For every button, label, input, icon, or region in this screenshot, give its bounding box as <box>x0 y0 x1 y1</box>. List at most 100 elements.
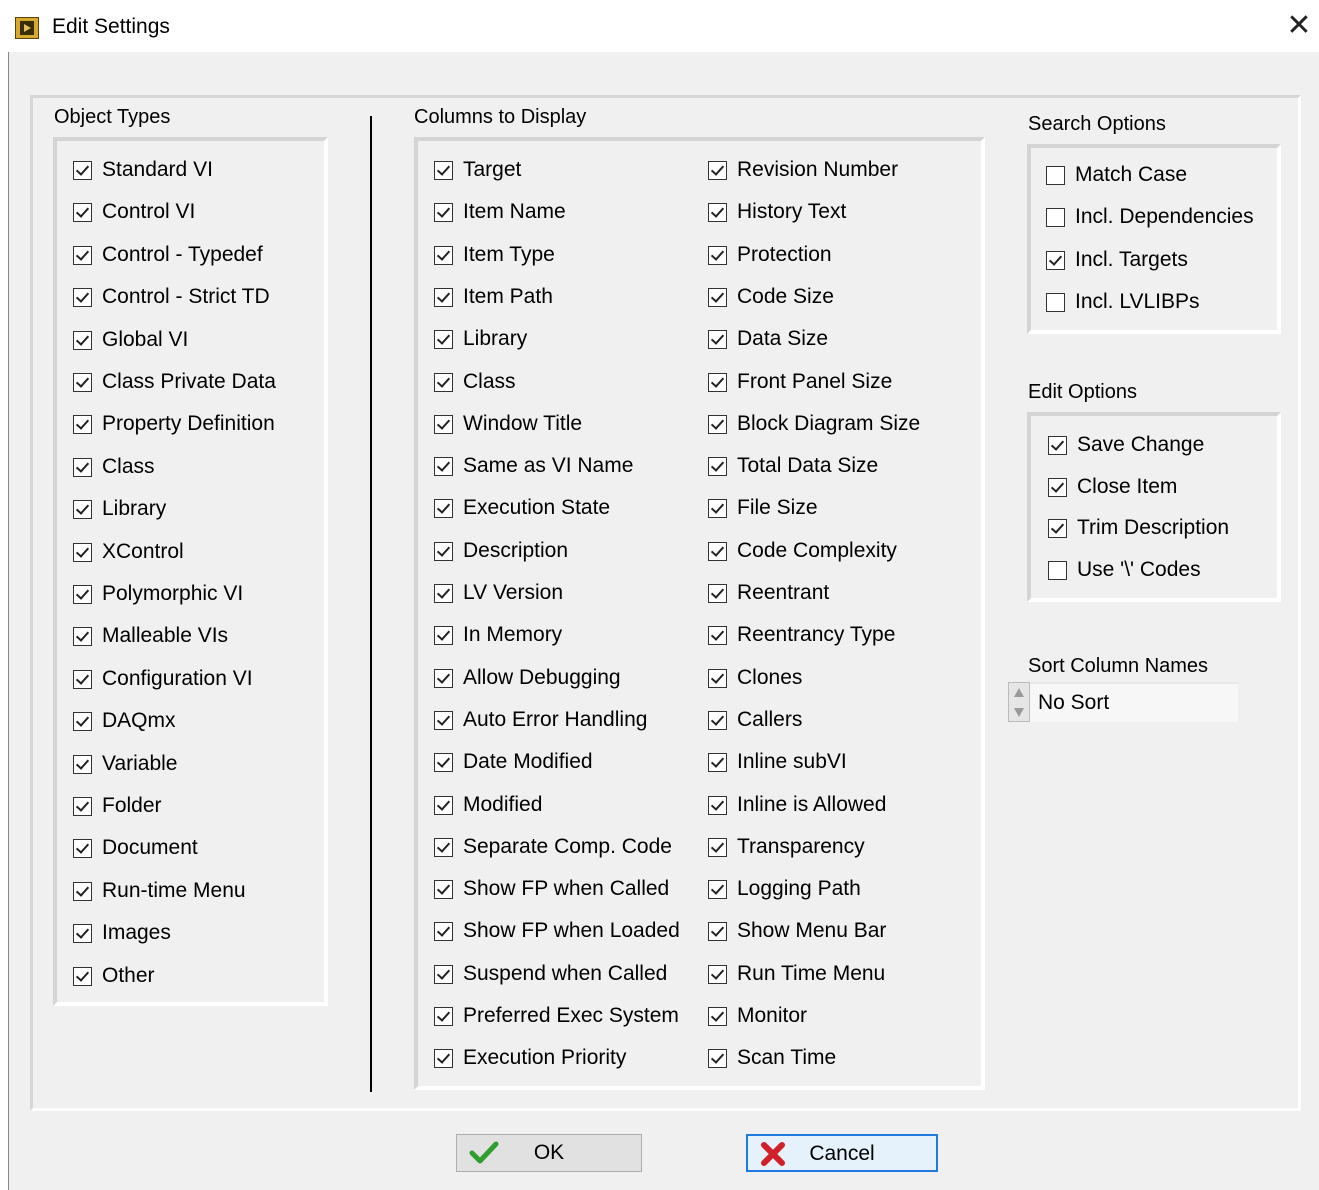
checkbox-same-as-vi-name[interactable]: Same as VI Name <box>434 451 633 481</box>
checkbox-separate-comp-code[interactable]: Separate Comp. Code <box>434 832 672 862</box>
checkbox-preferred-exec-system[interactable]: Preferred Exec System <box>434 1001 679 1031</box>
checkbox-clones[interactable]: Clones <box>708 663 802 693</box>
checkbox-item-name[interactable]: Item Name <box>434 197 566 227</box>
checkbox-checked-icon[interactable] <box>434 456 453 476</box>
checkbox-malleable-vis[interactable]: Malleable VIs <box>73 621 228 651</box>
checkbox-checked-icon[interactable] <box>708 372 727 392</box>
checkbox-checked-icon[interactable] <box>434 583 453 603</box>
checkbox-control-vi[interactable]: Control VI <box>73 197 195 227</box>
checkbox-checked-icon[interactable] <box>434 245 453 265</box>
checkbox-incl-dependencies[interactable]: Incl. Dependencies <box>1046 202 1254 232</box>
checkbox-show-fp-when-loaded[interactable]: Show FP when Loaded <box>434 916 680 946</box>
checkbox-execution-state[interactable]: Execution State <box>434 493 610 523</box>
checkbox-polymorphic-vi[interactable]: Polymorphic VI <box>73 579 243 609</box>
checkbox-library[interactable]: Library <box>73 494 166 524</box>
checkbox-target[interactable]: Target <box>434 155 521 185</box>
checkbox-checked-icon[interactable] <box>73 457 92 477</box>
checkbox-reentrancy-type[interactable]: Reentrancy Type <box>708 620 895 650</box>
checkbox-checked-icon[interactable] <box>708 498 727 518</box>
checkbox-images[interactable]: Images <box>73 918 171 948</box>
checkbox-file-size[interactable]: File Size <box>708 493 818 523</box>
checkbox-checked-icon[interactable] <box>708 245 727 265</box>
checkbox-incl-lvlibps[interactable]: Incl. LVLIBPs <box>1046 287 1200 317</box>
checkbox-unchecked-icon[interactable] <box>1048 560 1067 580</box>
checkbox-property-definition[interactable]: Property Definition <box>73 409 275 439</box>
checkbox-item-path[interactable]: Item Path <box>434 282 553 312</box>
checkbox-daqmx[interactable]: DAQmx <box>73 706 176 736</box>
checkbox-checked-icon[interactable] <box>434 752 453 772</box>
checkbox-code-complexity[interactable]: Code Complexity <box>708 536 897 566</box>
checkbox-global-vi[interactable]: Global VI <box>73 325 188 355</box>
ring-spinner[interactable] <box>1008 682 1030 722</box>
checkbox-checked-icon[interactable] <box>73 584 92 604</box>
checkbox-checked-icon[interactable] <box>434 795 453 815</box>
sort-ring-control[interactable]: No Sort <box>1008 682 1238 722</box>
checkbox-checked-icon[interactable] <box>434 964 453 984</box>
checkbox-show-fp-when-called[interactable]: Show FP when Called <box>434 874 669 904</box>
checkbox-description[interactable]: Description <box>434 536 568 566</box>
checkbox-checked-icon[interactable] <box>708 964 727 984</box>
checkbox-logging-path[interactable]: Logging Path <box>708 874 861 904</box>
checkbox-checked-icon[interactable] <box>73 330 92 350</box>
checkbox-variable[interactable]: Variable <box>73 749 178 779</box>
checkbox-unchecked-icon[interactable] <box>1046 292 1065 312</box>
checkbox-checked-icon[interactable] <box>708 456 727 476</box>
checkbox-close-item[interactable]: Close Item <box>1048 472 1177 502</box>
checkbox-checked-icon[interactable] <box>1048 477 1067 497</box>
checkbox-checked-icon[interactable] <box>73 626 92 646</box>
checkbox-execution-priority[interactable]: Execution Priority <box>434 1043 626 1073</box>
checkbox-block-diagram-size[interactable]: Block Diagram Size <box>708 409 920 439</box>
checkbox-checked-icon[interactable] <box>708 837 727 857</box>
checkbox-checked-icon[interactable] <box>73 669 92 689</box>
checkbox-checked-icon[interactable] <box>73 542 92 562</box>
checkbox-folder[interactable]: Folder <box>73 791 162 821</box>
checkbox-checked-icon[interactable] <box>434 414 453 434</box>
checkbox-checked-icon[interactable] <box>434 160 453 180</box>
checkbox-checked-icon[interactable] <box>708 752 727 772</box>
decrement-arrow-icon[interactable] <box>1014 708 1024 717</box>
checkbox-checked-icon[interactable] <box>708 625 727 645</box>
checkbox-inline-subvi[interactable]: Inline subVI <box>708 747 847 777</box>
checkbox-checked-icon[interactable] <box>73 923 92 943</box>
checkbox-checked-icon[interactable] <box>73 838 92 858</box>
checkbox-class[interactable]: Class <box>434 367 516 397</box>
checkbox-checked-icon[interactable] <box>708 414 727 434</box>
checkbox-run-time-menu[interactable]: Run Time Menu <box>708 959 885 989</box>
checkbox-window-title[interactable]: Window Title <box>434 409 582 439</box>
checkbox-checked-icon[interactable] <box>73 245 92 265</box>
checkbox-checked-icon[interactable] <box>708 287 727 307</box>
checkbox-checked-icon[interactable] <box>73 499 92 519</box>
checkbox-in-memory[interactable]: In Memory <box>434 620 562 650</box>
checkbox-standard-vi[interactable]: Standard VI <box>73 155 213 185</box>
checkbox-class-private-data[interactable]: Class Private Data <box>73 367 276 397</box>
checkbox-checked-icon[interactable] <box>434 1006 453 1026</box>
checkbox-save-change[interactable]: Save Change <box>1048 430 1204 460</box>
checkbox-checked-icon[interactable] <box>1048 518 1067 538</box>
checkbox-unchecked-icon[interactable] <box>1046 207 1065 227</box>
checkbox-checked-icon[interactable] <box>1048 435 1067 455</box>
checkbox-checked-icon[interactable] <box>708 541 727 561</box>
checkbox-checked-icon[interactable] <box>708 879 727 899</box>
checkbox-suspend-when-called[interactable]: Suspend when Called <box>434 959 667 989</box>
checkbox-transparency[interactable]: Transparency <box>708 832 865 862</box>
checkbox-reentrant[interactable]: Reentrant <box>708 578 829 608</box>
checkbox-checked-icon[interactable] <box>708 160 727 180</box>
checkbox-document[interactable]: Document <box>73 833 198 863</box>
checkbox-callers[interactable]: Callers <box>708 705 802 735</box>
checkbox-checked-icon[interactable] <box>434 202 453 222</box>
checkbox-modified[interactable]: Modified <box>434 790 542 820</box>
checkbox-auto-error-handling[interactable]: Auto Error Handling <box>434 705 647 735</box>
checkbox-use-codes[interactable]: Use '\' Codes <box>1048 555 1201 585</box>
increment-arrow-icon[interactable] <box>1014 688 1024 697</box>
checkbox-checked-icon[interactable] <box>434 879 453 899</box>
checkbox-checked-icon[interactable] <box>708 921 727 941</box>
checkbox-history-text[interactable]: History Text <box>708 197 846 227</box>
checkbox-code-size[interactable]: Code Size <box>708 282 834 312</box>
checkbox-protection[interactable]: Protection <box>708 240 832 270</box>
checkbox-date-modified[interactable]: Date Modified <box>434 747 593 777</box>
checkbox-match-case[interactable]: Match Case <box>1046 160 1187 190</box>
checkbox-item-type[interactable]: Item Type <box>434 240 555 270</box>
checkbox-control-typedef[interactable]: Control - Typedef <box>73 240 263 270</box>
checkbox-checked-icon[interactable] <box>73 966 92 986</box>
checkbox-checked-icon[interactable] <box>73 414 92 434</box>
